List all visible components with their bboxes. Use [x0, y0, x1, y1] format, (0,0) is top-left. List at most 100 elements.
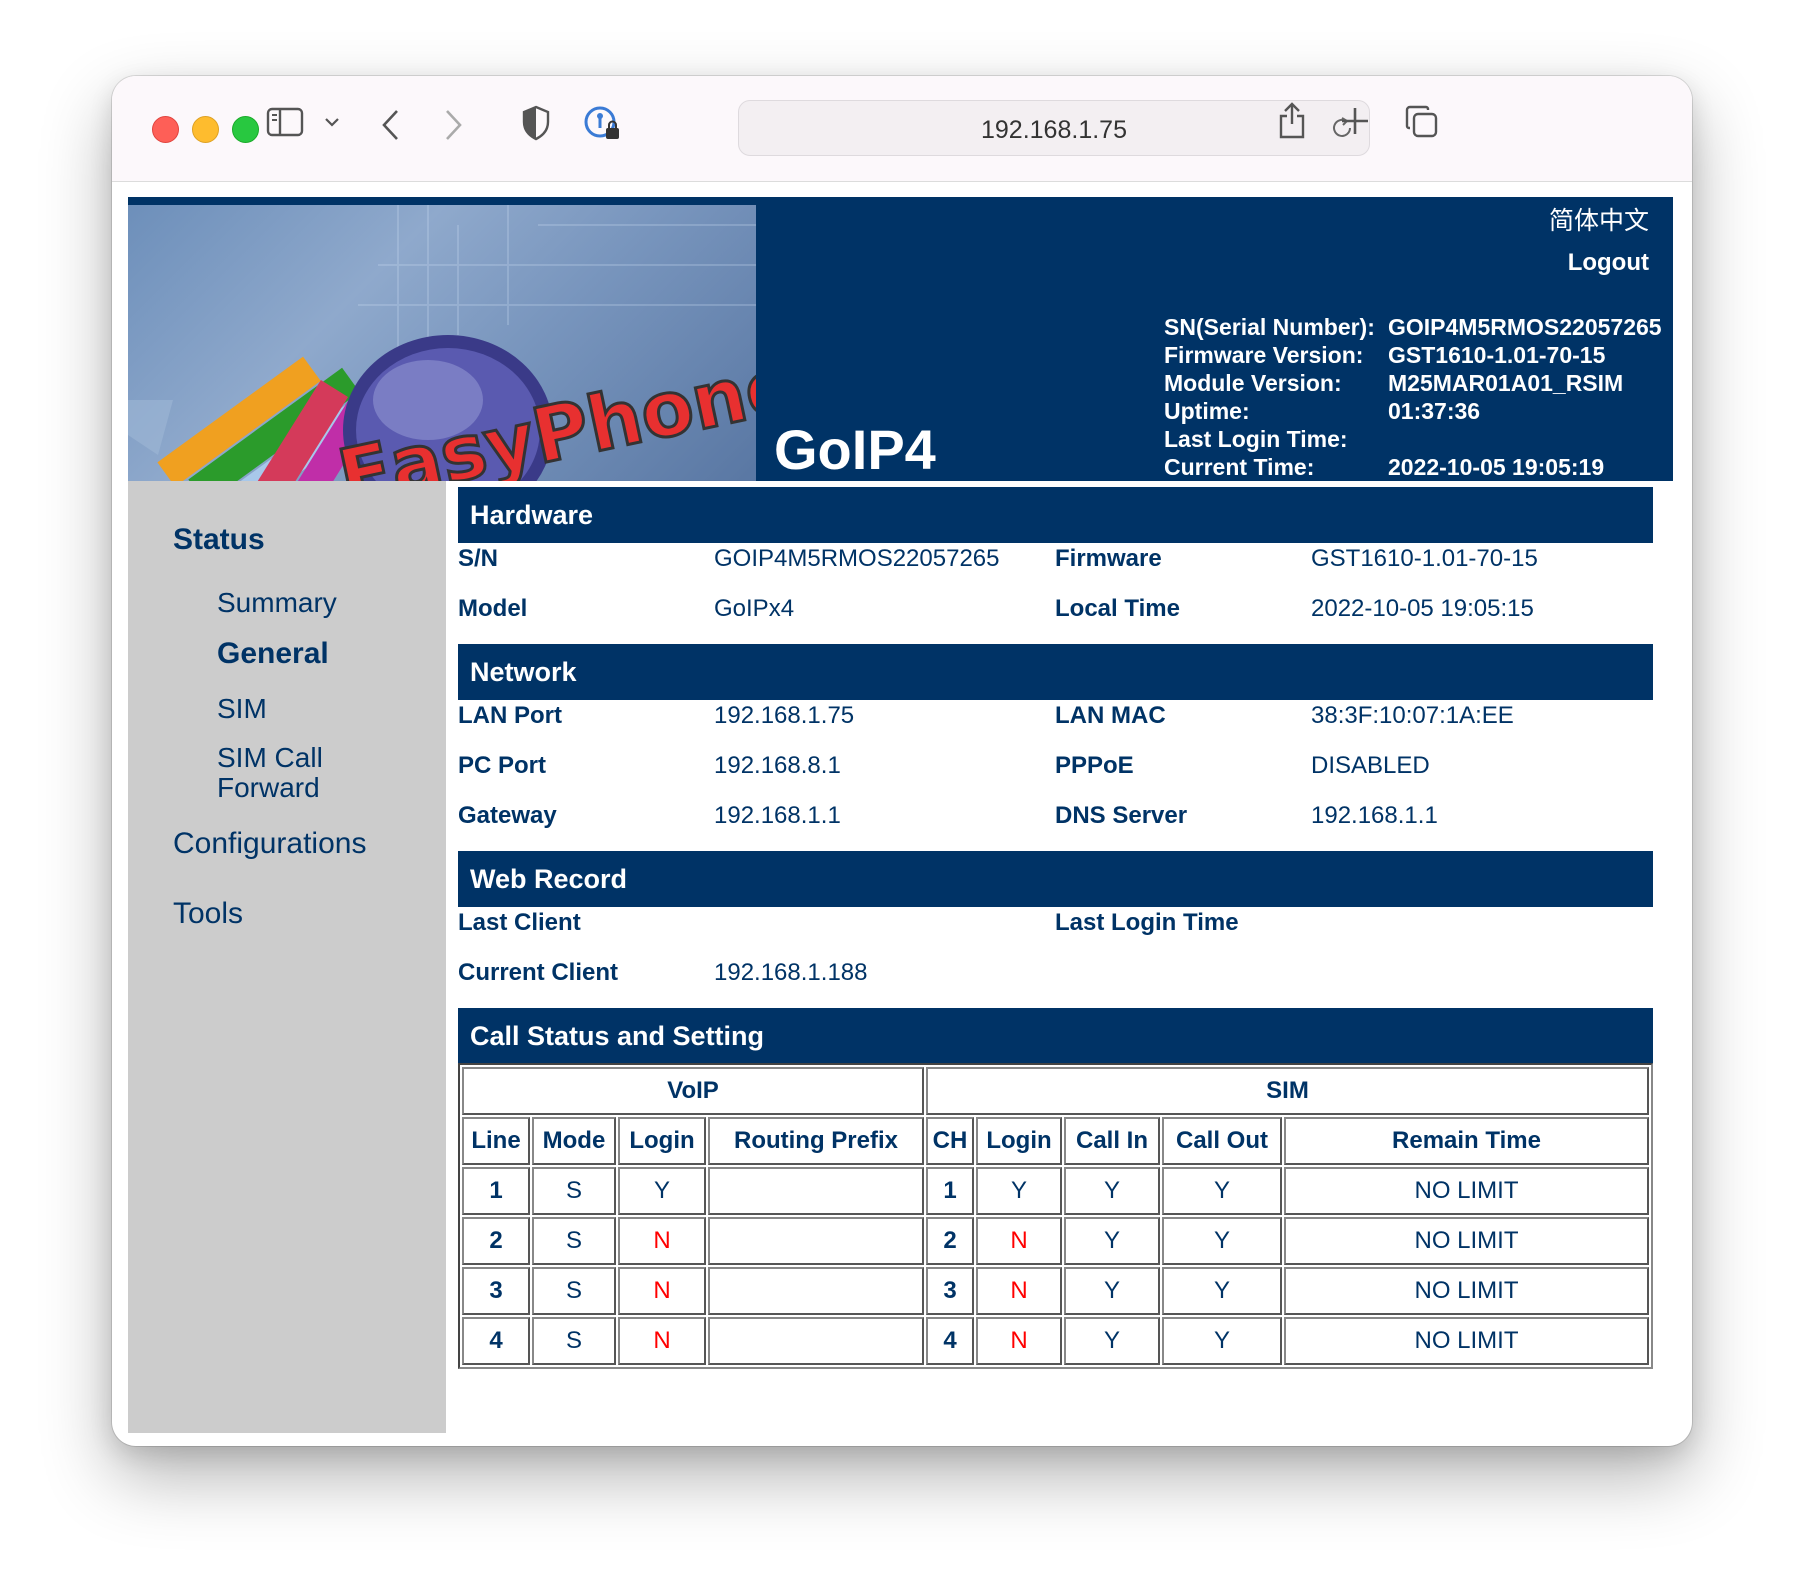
cell-mode: S: [532, 1267, 616, 1315]
col-header-voip-login: Login: [618, 1117, 706, 1165]
table-row: 4 S N 4 N Y Y NO LIMIT: [462, 1317, 1649, 1365]
sn-label: S/N: [458, 545, 499, 572]
cell-call-out: Y: [1162, 1267, 1282, 1315]
nav-sim-call-forward-line1: SIM Call: [217, 742, 323, 773]
info-row-uptime: Uptime: 01:37:36: [1164, 398, 1481, 424]
sidebar-icon[interactable]: [266, 106, 306, 138]
password-key-icon[interactable]: [582, 104, 622, 144]
nav-sim[interactable]: SIM: [217, 693, 267, 725]
forward-icon[interactable]: [442, 108, 464, 142]
info-row-firmware: Firmware Version: GST1610-1.01-70-15: [1164, 342, 1606, 368]
cell-voip-login: Y: [618, 1167, 706, 1215]
col-header-routing-prefix: Routing Prefix: [708, 1117, 924, 1165]
cell-line: 1: [462, 1167, 530, 1215]
col-header-call-in: Call In: [1064, 1117, 1160, 1165]
nav-general[interactable]: General: [217, 637, 329, 671]
table-row: 3 S N 3 N Y Y NO LIMIT: [462, 1267, 1649, 1315]
cell-sim-login: Y: [976, 1167, 1062, 1215]
cell-call-in: Y: [1064, 1317, 1160, 1365]
cell-call-out: Y: [1162, 1167, 1282, 1215]
lan-mac-label: LAN MAC: [1055, 702, 1166, 729]
table-row: 2 S N 2 N Y Y NO LIMIT: [462, 1217, 1649, 1265]
info-row-serial: SN(Serial Number): GOIP4M5RMOS22057265: [1164, 314, 1662, 340]
cell-routing-prefix: [708, 1267, 924, 1315]
cell-call-out: Y: [1162, 1217, 1282, 1265]
section-call-status-header: Call Status and Setting: [458, 1008, 1653, 1064]
pppoe-label: PPPoE: [1055, 752, 1134, 779]
info-row-last-login: Last Login Time:: [1164, 426, 1348, 452]
cell-mode: S: [532, 1217, 616, 1265]
table-row: 1 S Y 1 Y Y Y NO LIMIT: [462, 1167, 1649, 1215]
info-row-current-time: Current Time: 2022-10-05 19:05:19: [1164, 454, 1605, 480]
pc-port-value: 192.168.8.1: [714, 752, 841, 779]
section-hardware-header: Hardware: [458, 487, 1653, 543]
firmware-label: Firmware: [1055, 545, 1162, 572]
product-name: GoIP4: [774, 418, 936, 481]
section-network-header: Network: [458, 644, 1653, 700]
cell-voip-login: N: [618, 1317, 706, 1365]
local-time-value: 2022-10-05 19:05:15: [1311, 595, 1534, 622]
current-client-label: Current Client: [458, 959, 619, 986]
cell-routing-prefix: [708, 1167, 924, 1215]
easyphone-logo: EasyPhone: [128, 205, 756, 481]
cell-sim-login: N: [976, 1317, 1062, 1365]
cell-call-out: Y: [1162, 1317, 1282, 1365]
logout-link[interactable]: Logout: [1568, 249, 1649, 277]
table-header-row: Line Mode Login Routing Prefix CH Login …: [462, 1117, 1649, 1165]
close-window-button[interactable]: [152, 116, 179, 143]
cell-mode: S: [532, 1317, 616, 1365]
nav-sim-call-forward[interactable]: SIM Call Forward: [217, 743, 323, 803]
cell-ch: 3: [926, 1267, 974, 1315]
cell-remain-time: NO LIMIT: [1284, 1267, 1649, 1315]
page-content: EasyPhone GoIP4 简体中文 Logout SN(Serial Nu…: [128, 197, 1673, 1433]
url-text: 192.168.1.75: [981, 116, 1127, 144]
minimize-window-button[interactable]: [192, 116, 219, 143]
nav-sim-call-forward-line2: Forward: [217, 772, 320, 803]
local-time-label: Local Time: [1055, 595, 1180, 622]
lan-port-value: 192.168.1.75: [714, 702, 855, 729]
cell-line: 3: [462, 1267, 530, 1315]
cell-sim-login: N: [976, 1217, 1062, 1265]
lan-mac-value: 38:3F:10:07:1A:EE: [1311, 702, 1514, 729]
last-client-label: Last Client: [458, 909, 581, 936]
current-client-value: 192.168.1.188: [714, 959, 868, 986]
section-web-record-header: Web Record: [458, 851, 1653, 907]
info-row-module: Module Version: M25MAR01A01_RSIM: [1164, 370, 1624, 396]
pppoe-value: DISABLED: [1311, 752, 1430, 779]
plus-icon[interactable]: [1340, 106, 1370, 136]
cell-voip-login: N: [618, 1217, 706, 1265]
cell-ch: 1: [926, 1167, 974, 1215]
sim-group-header: SIM: [926, 1067, 1649, 1115]
privacy-shield-icon[interactable]: [520, 104, 552, 142]
cell-remain-time: NO LIMIT: [1284, 1217, 1649, 1265]
back-icon[interactable]: [380, 108, 402, 142]
cell-line: 2: [462, 1217, 530, 1265]
cell-mode: S: [532, 1167, 616, 1215]
share-icon[interactable]: [1276, 100, 1308, 140]
pc-port-label: PC Port: [458, 752, 547, 779]
lan-port-label: LAN Port: [458, 702, 562, 729]
chevron-down-icon[interactable]: [324, 116, 340, 128]
table-group-header-row: VoIP SIM: [462, 1067, 1649, 1115]
gateway-label: Gateway: [458, 802, 557, 829]
zoom-window-button[interactable]: [232, 116, 259, 143]
tabs-icon[interactable]: [1404, 104, 1440, 140]
sn-value: GOIP4M5RMOS22057265: [714, 545, 1000, 572]
browser-window: 192.168.1.75 EasyPhone GoIP4 简体中文 Logout…: [112, 76, 1692, 1446]
language-link[interactable]: 简体中文: [1549, 201, 1649, 237]
nav-summary[interactable]: Summary: [217, 587, 337, 619]
nav-tools[interactable]: Tools: [173, 897, 243, 931]
col-header-ch: CH: [926, 1117, 974, 1165]
browser-toolbar: 192.168.1.75: [112, 76, 1692, 182]
voip-group-header: VoIP: [462, 1067, 924, 1115]
col-header-sim-login: Login: [976, 1117, 1062, 1165]
col-header-line: Line: [462, 1117, 530, 1165]
cell-voip-login: N: [618, 1267, 706, 1315]
nav-status[interactable]: Status: [173, 523, 265, 557]
cell-routing-prefix: [708, 1317, 924, 1365]
last-login-label: Last Login Time: [1055, 909, 1239, 936]
col-header-remain-time: Remain Time: [1284, 1117, 1649, 1165]
device-info: SN(Serial Number): GOIP4M5RMOS22057265 Fi…: [1164, 313, 1662, 481]
nav-configurations[interactable]: Configurations: [173, 827, 366, 861]
model-label: Model: [458, 595, 528, 622]
